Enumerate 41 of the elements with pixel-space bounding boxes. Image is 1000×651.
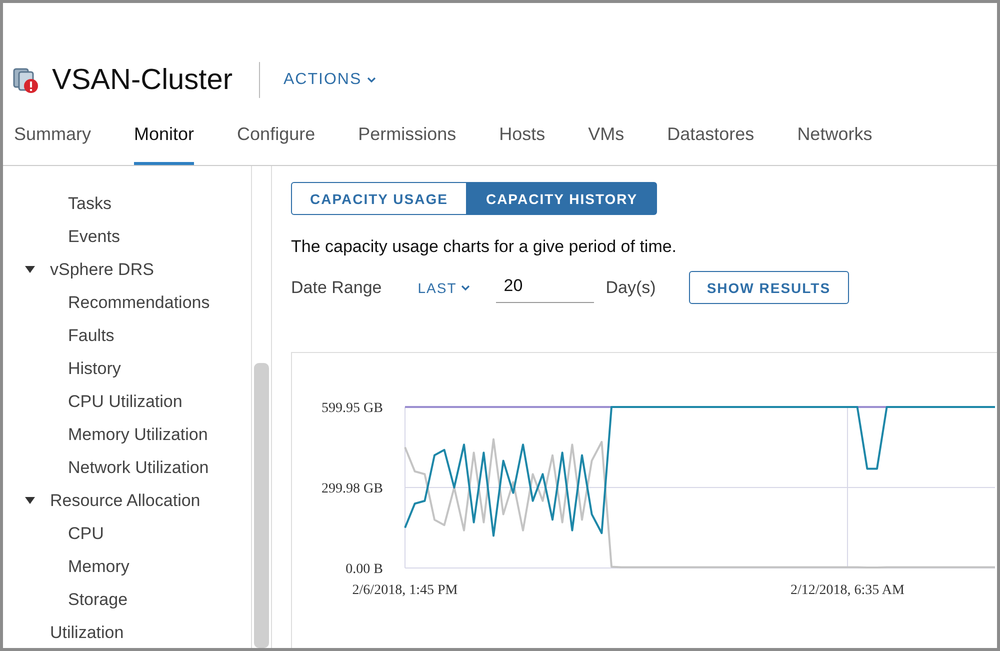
sidebar-item[interactable]: vSphere DRS: [50, 260, 154, 280]
nav-tab[interactable]: Permissions: [358, 107, 456, 165]
y-axis-label: 299.98 GB: [322, 482, 383, 496]
caret-icon: [366, 77, 376, 83]
show-results-button[interactable]: SHOW RESULTS: [688, 271, 849, 304]
expand-caret-icon[interactable]: [25, 266, 35, 273]
x-axis-label: 2/12/2018, 6:35 AM: [790, 583, 904, 598]
expand-caret-icon[interactable]: [25, 497, 35, 504]
nav-tab[interactable]: Configure: [237, 107, 316, 165]
nav-tab[interactable]: Networks: [797, 107, 872, 165]
sidebar-item[interactable]: Storage: [68, 590, 128, 610]
sidebar-item[interactable]: Recommendations: [68, 292, 210, 312]
view-toggle-button[interactable]: CAPACITY HISTORY: [466, 182, 657, 215]
range-mode-dropdown[interactable]: LAST: [412, 278, 476, 296]
sidebar-item[interactable]: Tasks: [68, 194, 112, 214]
y-axis-label: 0.00 B: [346, 562, 383, 577]
nav-tab[interactable]: VMs: [588, 107, 624, 165]
sidebar-item[interactable]: Network Utilization: [68, 458, 209, 478]
actions-dropdown[interactable]: ACTIONS: [284, 71, 376, 89]
view-toggle-button[interactable]: CAPACITY USAGE: [291, 182, 467, 215]
sidebar-item[interactable]: Faults: [68, 326, 114, 346]
page-title: VSAN-Cluster: [52, 64, 232, 96]
caret-icon: [460, 284, 470, 290]
y-axis-label: 599.95 GB: [322, 401, 383, 416]
date-range-label: Date Range: [291, 278, 382, 298]
sidebar-item[interactable]: Utilization: [50, 622, 124, 642]
sidebar-item[interactable]: CPU Utilization: [68, 392, 182, 412]
sidebar-item[interactable]: Memory: [68, 556, 130, 576]
description-text: The capacity usage charts for a give period of time.: [291, 237, 678, 257]
sidebar-item[interactable]: Resource Allocation: [50, 490, 200, 510]
cluster-alert-icon: [12, 66, 40, 94]
nav-tab[interactable]: Monitor: [134, 107, 194, 165]
sidebar-item[interactable]: Events: [68, 226, 120, 246]
nav-tab[interactable]: Datastores: [667, 107, 754, 165]
sidebar-item[interactable]: Memory Utilization: [68, 424, 208, 444]
x-axis-label: 2/6/2018, 1:45 PM: [352, 583, 458, 598]
sidebar-item[interactable]: CPU: [68, 524, 104, 544]
unit-label: Day(s): [606, 278, 656, 298]
sidebar-item[interactable]: History: [68, 358, 121, 378]
nav-tab[interactable]: Hosts: [499, 107, 546, 165]
nav-tab[interactable]: Summary: [14, 107, 92, 165]
